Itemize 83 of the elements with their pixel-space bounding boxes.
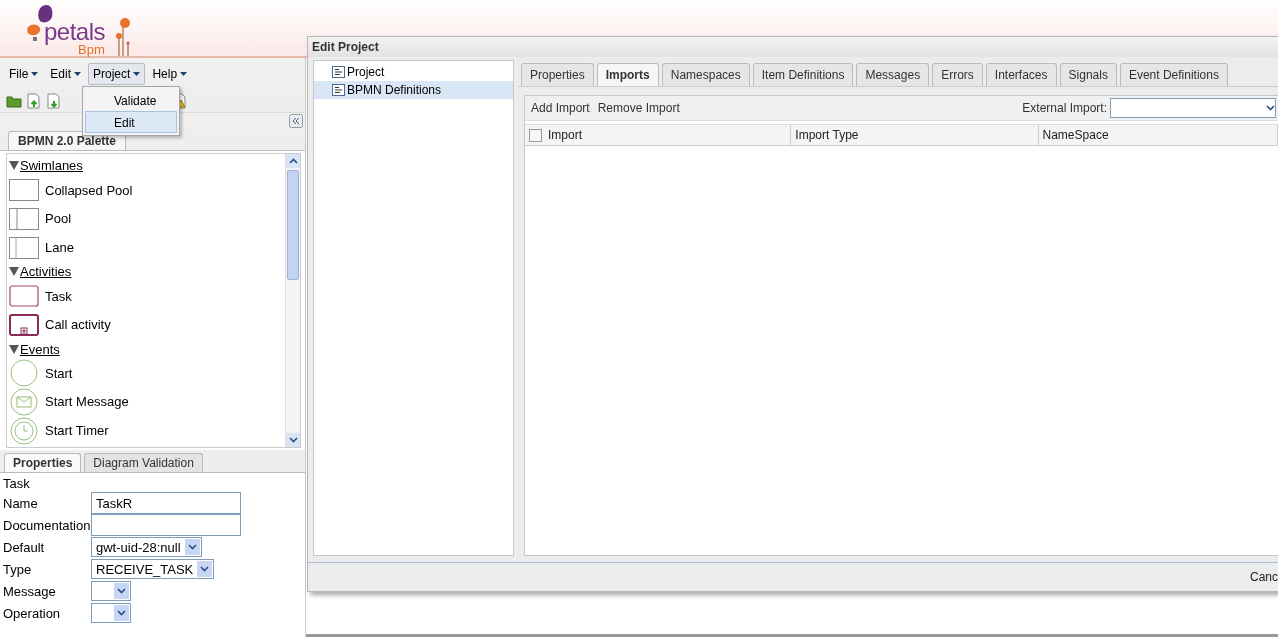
chevron-down-icon — [1266, 105, 1275, 111]
dialog-tab[interactable]: Imports — [596, 63, 659, 86]
menu-item[interactable]: Help — [147, 63, 193, 85]
field-label: Default — [3, 539, 46, 555]
pool-shape-icon — [9, 179, 39, 202]
menu-entry[interactable]: Edit — [85, 111, 177, 133]
palette-section-header[interactable]: Activities — [9, 261, 283, 282]
list-icon — [332, 66, 345, 78]
field-label: Name — [3, 495, 39, 511]
tree-item[interactable]: BPMN Definitions — [314, 81, 513, 99]
tree-item[interactable]: Project — [314, 63, 513, 81]
dialog-tab[interactable]: Messages — [856, 63, 930, 86]
field-label: Documentation — [3, 517, 91, 533]
dropdown[interactable]: RECEIVE_TASK — [91, 559, 215, 579]
call-activity-shape-icon — [9, 313, 39, 336]
document-download-icon[interactable] — [46, 93, 62, 109]
dialog-tab[interactable]: Errors — [932, 63, 983, 86]
dialog-tab[interactable]: Event Definitions — [1119, 63, 1228, 86]
collapse-button[interactable] — [289, 114, 303, 128]
circle-event-icon — [9, 359, 39, 388]
menu-item[interactable]: Project — [88, 63, 146, 85]
list-icon — [332, 84, 345, 96]
palette-item-label[interactable]: Call activity — [45, 317, 111, 333]
triangle-down-icon — [9, 161, 19, 171]
properties-heading: Task — [3, 475, 31, 491]
dialog-tab[interactable]: Item Definitions — [752, 63, 854, 86]
dialog-tab[interactable]: Properties — [521, 63, 594, 86]
envelope-event-icon — [9, 387, 39, 416]
palette-item-label[interactable]: Start Message — [45, 394, 129, 410]
dropdown[interactable] — [91, 603, 131, 623]
chevron-down-icon — [117, 588, 126, 594]
clock-event-icon — [9, 416, 39, 445]
panel-tab[interactable]: Properties — [4, 453, 82, 472]
caret-icon — [31, 72, 39, 76]
chevron-down-icon — [187, 544, 197, 550]
folder-icon[interactable] — [6, 93, 22, 109]
task-shape-icon — [9, 285, 39, 308]
palette-section-header[interactable]: Swimlanes — [9, 156, 283, 176]
dialog-tab[interactable]: Namespaces — [661, 63, 750, 86]
logo-subtext: Bpm — [78, 43, 105, 56]
column-header[interactable]: Import Type — [795, 128, 859, 142]
dropdown[interactable]: gwt-uid-28:null — [91, 537, 202, 557]
palette-item-label[interactable]: Pool — [45, 211, 72, 227]
lane-shape-icon — [9, 236, 39, 259]
scrollbar[interactable] — [285, 154, 300, 447]
toolbar-button[interactable]: Add Import — [527, 98, 594, 118]
caret-icon — [133, 72, 141, 76]
palette-item-label[interactable]: Collapsed Pool — [45, 182, 133, 198]
chevron-down-icon — [200, 566, 210, 572]
document-upload-icon[interactable] — [26, 93, 42, 109]
caret-icon — [74, 72, 82, 76]
field-label: External Import: — [1022, 101, 1107, 115]
palette-item-label[interactable]: Start — [45, 365, 73, 381]
menu-item[interactable]: Edit — [45, 63, 87, 85]
text-field[interactable]: TaskR — [91, 492, 241, 514]
palette-item-label[interactable]: Start Timer — [45, 423, 109, 439]
menu-item[interactable]: File — [4, 63, 44, 85]
cancel-button[interactable]: Canc — [1250, 570, 1278, 584]
dialog-title: Edit Project — [308, 37, 1278, 57]
checkbox[interactable] — [529, 128, 542, 142]
field-label: Operation — [3, 605, 62, 621]
column-header[interactable]: Import — [548, 128, 582, 142]
dialog-tab[interactable]: Interfaces — [985, 63, 1057, 86]
logo-text: petals — [44, 21, 106, 43]
dropdown[interactable] — [91, 581, 131, 601]
panel-tab[interactable]: Diagram Validation — [84, 453, 203, 472]
caret-icon — [180, 72, 188, 76]
palette-item-label[interactable]: Task — [45, 288, 72, 304]
chevron-down-icon — [117, 610, 126, 616]
column-header[interactable]: NameSpace — [1042, 128, 1109, 142]
external-import-dropdown[interactable] — [1110, 98, 1276, 118]
pool-shape-icon — [9, 207, 39, 230]
chevron-down-icon — [288, 437, 298, 443]
toolbar-button[interactable]: Remove Import — [593, 98, 684, 118]
triangle-down-icon — [9, 344, 19, 354]
text-field[interactable] — [91, 514, 241, 536]
field-label: Type — [3, 561, 33, 577]
dialog-tab[interactable]: Signals — [1059, 63, 1117, 86]
chevron-up-icon — [288, 158, 298, 164]
triangle-down-icon — [9, 267, 19, 277]
palette-section-header[interactable]: Events — [9, 339, 283, 359]
palette-item-label[interactable]: Lane — [45, 240, 74, 256]
field-label: Message — [3, 583, 57, 599]
